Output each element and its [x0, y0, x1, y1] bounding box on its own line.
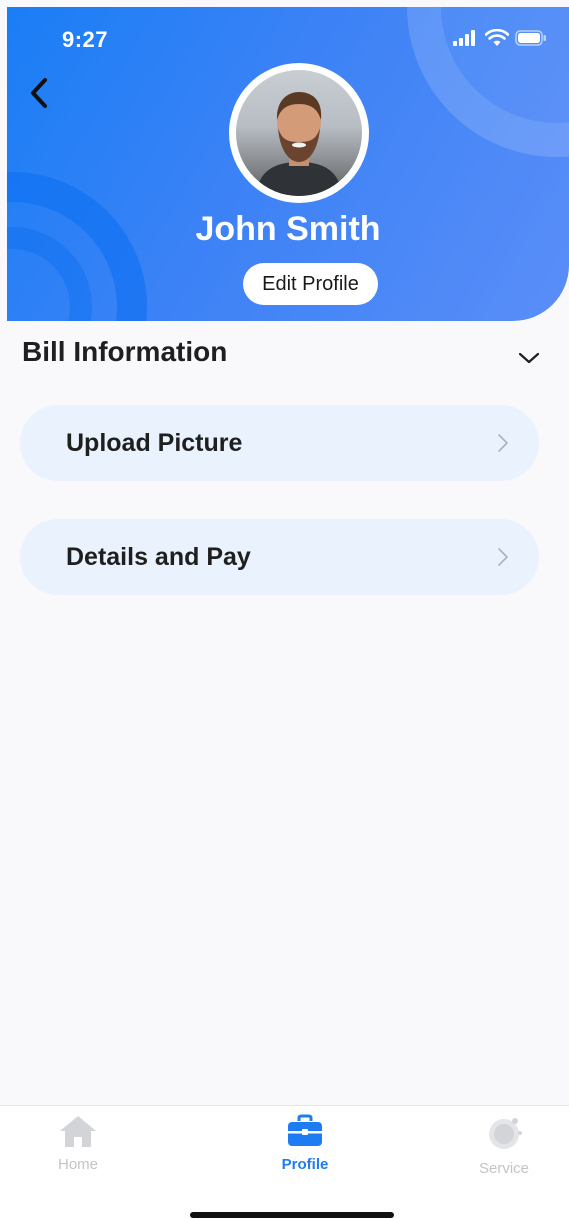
wifi-icon — [485, 29, 509, 46]
section-collapse-toggle[interactable] — [513, 342, 545, 374]
person-portrait-icon — [256, 92, 342, 196]
avatar[interactable] — [229, 63, 369, 203]
battery-icon — [515, 30, 546, 46]
chevron-left-icon — [31, 78, 47, 108]
back-button[interactable] — [21, 75, 57, 111]
user-name: John Smith — [195, 210, 381, 248]
details-and-pay-item[interactable]: Details and Pay — [20, 519, 539, 595]
home-icon — [60, 1116, 96, 1147]
tab-home[interactable]: Home — [18, 1114, 138, 1184]
edit-profile-button[interactable]: Edit Profile — [243, 263, 378, 305]
tab-label: Home — [57, 1156, 98, 1173]
bottom-tab-bar: Home Profile Service — [0, 1105, 569, 1218]
service-icon — [489, 1118, 522, 1149]
tab-label: Profile — [281, 1156, 329, 1173]
menu-item-label: Details and Pay — [66, 542, 251, 571]
tab-service[interactable]: Service — [444, 1114, 564, 1184]
tab-label: Service — [478, 1160, 530, 1177]
upload-picture-item[interactable]: Upload Picture — [20, 405, 539, 481]
profile-screen: 9:27 John Smith Edit Profile Bill Inform… — [0, 0, 569, 1218]
tab-profile[interactable]: Profile — [245, 1114, 365, 1184]
chevron-right-icon — [498, 548, 508, 566]
chevron-right-icon — [498, 434, 508, 452]
avatar-photo — [236, 70, 362, 196]
home-indicator[interactable] — [190, 1212, 394, 1218]
cellular-signal-icon — [453, 30, 475, 46]
briefcase-icon — [288, 1114, 322, 1146]
status-time: 9:27 — [62, 27, 109, 52]
profile-header: 9:27 John Smith Edit Profile — [7, 7, 569, 321]
status-icons — [453, 29, 547, 47]
chevron-down-icon — [518, 352, 540, 364]
section-title: Bill Information — [22, 336, 228, 367]
menu-item-label: Upload Picture — [66, 428, 243, 457]
